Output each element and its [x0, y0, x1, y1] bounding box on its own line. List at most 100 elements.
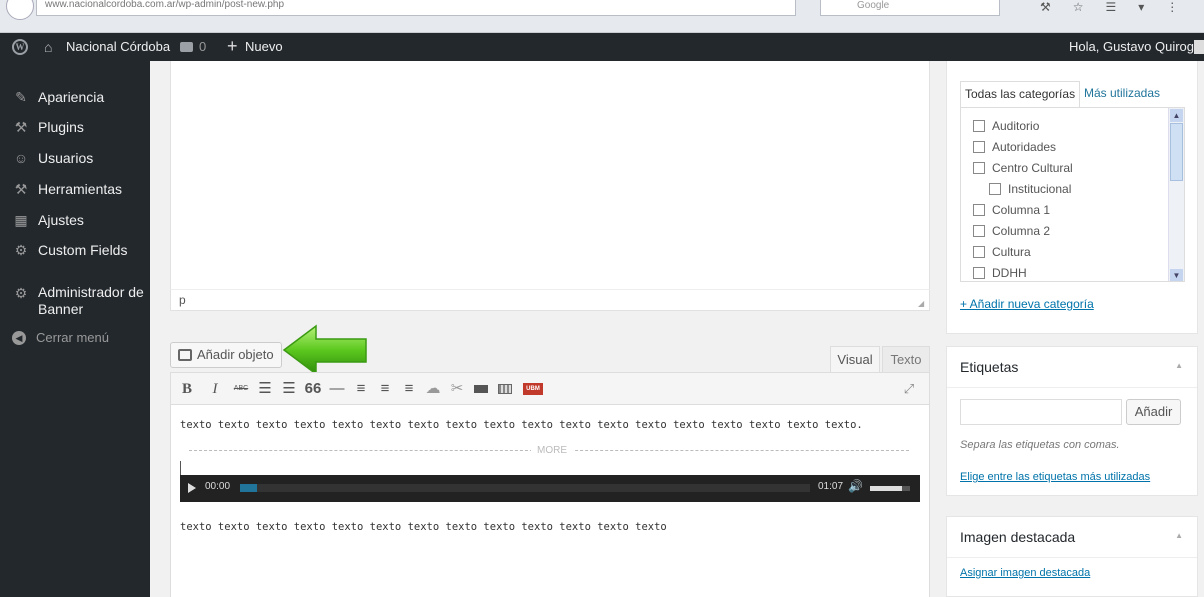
categories-box: Todas las categorías Más utilizadas DDHH…	[946, 61, 1198, 334]
category-checkbox[interactable]	[973, 204, 985, 216]
admin-bar: W ⌂ Nacional Córdoba 0 + Nuevo Hola, Gus…	[0, 33, 1204, 61]
category-item[interactable]: Cultura	[973, 242, 1031, 262]
sidebar-item-usuarios[interactable]: ☺ Usuarios	[0, 149, 150, 167]
editor-content[interactable]: texto texto texto texto texto texto text…	[170, 405, 930, 597]
comment-icon[interactable]	[180, 42, 193, 52]
avatar[interactable]	[1194, 40, 1204, 54]
gear-icon: ⚙	[14, 242, 28, 258]
back-button[interactable]	[6, 0, 34, 20]
users-icon: ☺	[13, 150, 29, 166]
category-item[interactable]: Columna 1	[973, 200, 1050, 220]
volume-slider[interactable]	[870, 486, 910, 491]
category-checkbox[interactable]	[973, 267, 985, 279]
sidebar-item-herramientas[interactable]: ⚒ Herramientas	[0, 180, 150, 198]
audio-player: 00:00 01:07 🔊	[180, 475, 920, 502]
featured-image-title: Imagen destacada	[960, 529, 1076, 545]
editor-area-upper[interactable]	[170, 61, 930, 311]
add-media-button[interactable]: Añadir objeto	[170, 342, 282, 368]
category-label: Columna 2	[992, 224, 1051, 238]
sidebar-item-ajustes[interactable]: ▦ Ajustes	[0, 211, 150, 229]
paragraph: texto texto texto texto texto texto text…	[180, 521, 667, 533]
category-checkbox[interactable]	[989, 183, 1001, 195]
category-label: Columna 1	[992, 203, 1051, 217]
sidebar-item-custom-fields[interactable]: ⚙ Custom Fields	[0, 241, 150, 259]
user-greeting[interactable]: Hola, Gustavo Quiroga	[1069, 33, 1201, 61]
align-right-icon[interactable]: ≡	[399, 379, 419, 399]
category-checkbox[interactable]	[973, 225, 985, 237]
tab-popular-categories[interactable]: Más utilizadas	[1084, 81, 1160, 107]
resize-handle-icon[interactable]: ◢	[918, 300, 926, 308]
numbered-list-icon[interactable]: ☰	[279, 379, 299, 399]
category-item[interactable]: Autoridades	[973, 137, 1056, 157]
sidebar-item-label: Apariencia	[38, 89, 105, 105]
set-featured-image-link[interactable]: Asignar imagen destacada	[960, 567, 1090, 579]
tab-text[interactable]: Texto	[882, 346, 930, 372]
category-item[interactable]: Institucional	[989, 179, 1071, 199]
category-checkbox[interactable]	[973, 162, 985, 174]
unlink-icon[interactable]: ✂	[447, 379, 467, 399]
browser-search-input[interactable]: Google	[820, 0, 1000, 16]
insert-more-icon[interactable]	[474, 385, 488, 393]
collapse-menu-button[interactable]: ◀ Cerrar menú	[0, 329, 150, 347]
sidebar-item-plugins[interactable]: ⚒ Plugins	[0, 118, 150, 136]
category-checkbox[interactable]	[973, 120, 985, 132]
add-tag-button[interactable]: Añadir	[1126, 399, 1181, 425]
element-path[interactable]: p	[179, 293, 186, 307]
horizontal-rule-button[interactable]: —	[327, 379, 347, 399]
fullscreen-icon[interactable]: ⤢	[899, 379, 919, 399]
ubm-button[interactable]: UBM	[523, 383, 543, 395]
tab-visual[interactable]: Visual	[830, 346, 880, 372]
play-icon[interactable]	[188, 483, 196, 493]
toolbar-toggle-icon[interactable]	[498, 384, 512, 394]
category-label: Centro Cultural	[992, 161, 1073, 175]
address-bar[interactable]: www.nacionalcordoba.com.ar/wp-admin/post…	[36, 0, 796, 16]
category-item[interactable]: DDHH	[973, 263, 1027, 281]
italic-button[interactable]: I	[205, 379, 225, 399]
align-left-icon[interactable]: ≡	[351, 379, 371, 399]
link-icon[interactable]: ☁	[423, 379, 443, 399]
strikethrough-button[interactable]: ABC	[231, 379, 251, 399]
bold-button[interactable]: B	[177, 379, 197, 399]
total-time: 01:07	[818, 481, 844, 492]
divider	[947, 387, 1197, 388]
scroll-down-icon[interactable]: ▼	[1170, 269, 1183, 281]
tag-input[interactable]	[960, 399, 1122, 425]
category-checkbox[interactable]	[973, 141, 985, 153]
browser-toolbar: www.nacionalcordoba.com.ar/wp-admin/post…	[0, 0, 1204, 33]
paragraph: texto texto texto texto texto texto text…	[180, 419, 863, 431]
sidebar-item-administrador-banner[interactable]: ⚙ Administrador de Banner	[0, 284, 150, 320]
add-new-category-link[interactable]: + Añadir nueva categoría	[960, 297, 1094, 311]
scrollbar[interactable]: ▲ ▼	[1168, 108, 1184, 281]
browser-toolbar-icons[interactable]: ⚒☆☰▾⋮	[1040, 0, 1200, 18]
sidebar-item-apariencia[interactable]: ✎ Apariencia	[0, 88, 150, 106]
choose-tags-link[interactable]: Elige entre las etiquetas más utilizadas	[960, 471, 1150, 483]
collapse-icon: ◀	[12, 331, 26, 345]
category-checkbox[interactable]	[973, 246, 985, 258]
comments-count[interactable]: 0	[199, 33, 206, 61]
green-arrow-icon	[282, 322, 368, 378]
bullet-list-icon[interactable]: ☰	[255, 379, 275, 399]
sidebar-item-label: Ajustes	[38, 212, 84, 228]
wordpress-logo-icon[interactable]: W	[12, 39, 28, 55]
blockquote-button[interactable]: 66	[303, 379, 323, 399]
scroll-up-icon[interactable]: ▲	[1170, 109, 1183, 122]
wrench-icon: ⚒	[14, 181, 28, 197]
align-center-icon[interactable]: ≡	[375, 379, 395, 399]
site-name-link[interactable]: Nacional Córdoba	[66, 33, 170, 61]
more-tag: MORE	[531, 445, 573, 456]
home-icon[interactable]: ⌂	[44, 33, 52, 61]
tags-box: Etiquetas ▲ Añadir Separa las etiquetas …	[946, 346, 1198, 496]
category-item[interactable]: Auditorio	[973, 116, 1039, 136]
tags-title: Etiquetas	[960, 359, 1019, 375]
new-content-link[interactable]: Nuevo	[245, 33, 283, 61]
category-item[interactable]: Columna 2	[973, 221, 1050, 241]
volume-icon[interactable]: 🔊	[848, 479, 863, 493]
category-item[interactable]: Centro Cultural	[973, 158, 1073, 178]
scroll-thumb[interactable]	[1170, 123, 1183, 181]
toggle-arrow-icon[interactable]: ▲	[1175, 531, 1183, 540]
tab-all-categories[interactable]: Todas las categorías	[960, 81, 1081, 107]
audio-progress-bar[interactable]	[240, 484, 810, 492]
plus-icon[interactable]: +	[227, 33, 238, 61]
category-tabs: Todas las categorías Más utilizadas	[960, 81, 1185, 107]
toggle-arrow-icon[interactable]: ▲	[1175, 361, 1183, 370]
